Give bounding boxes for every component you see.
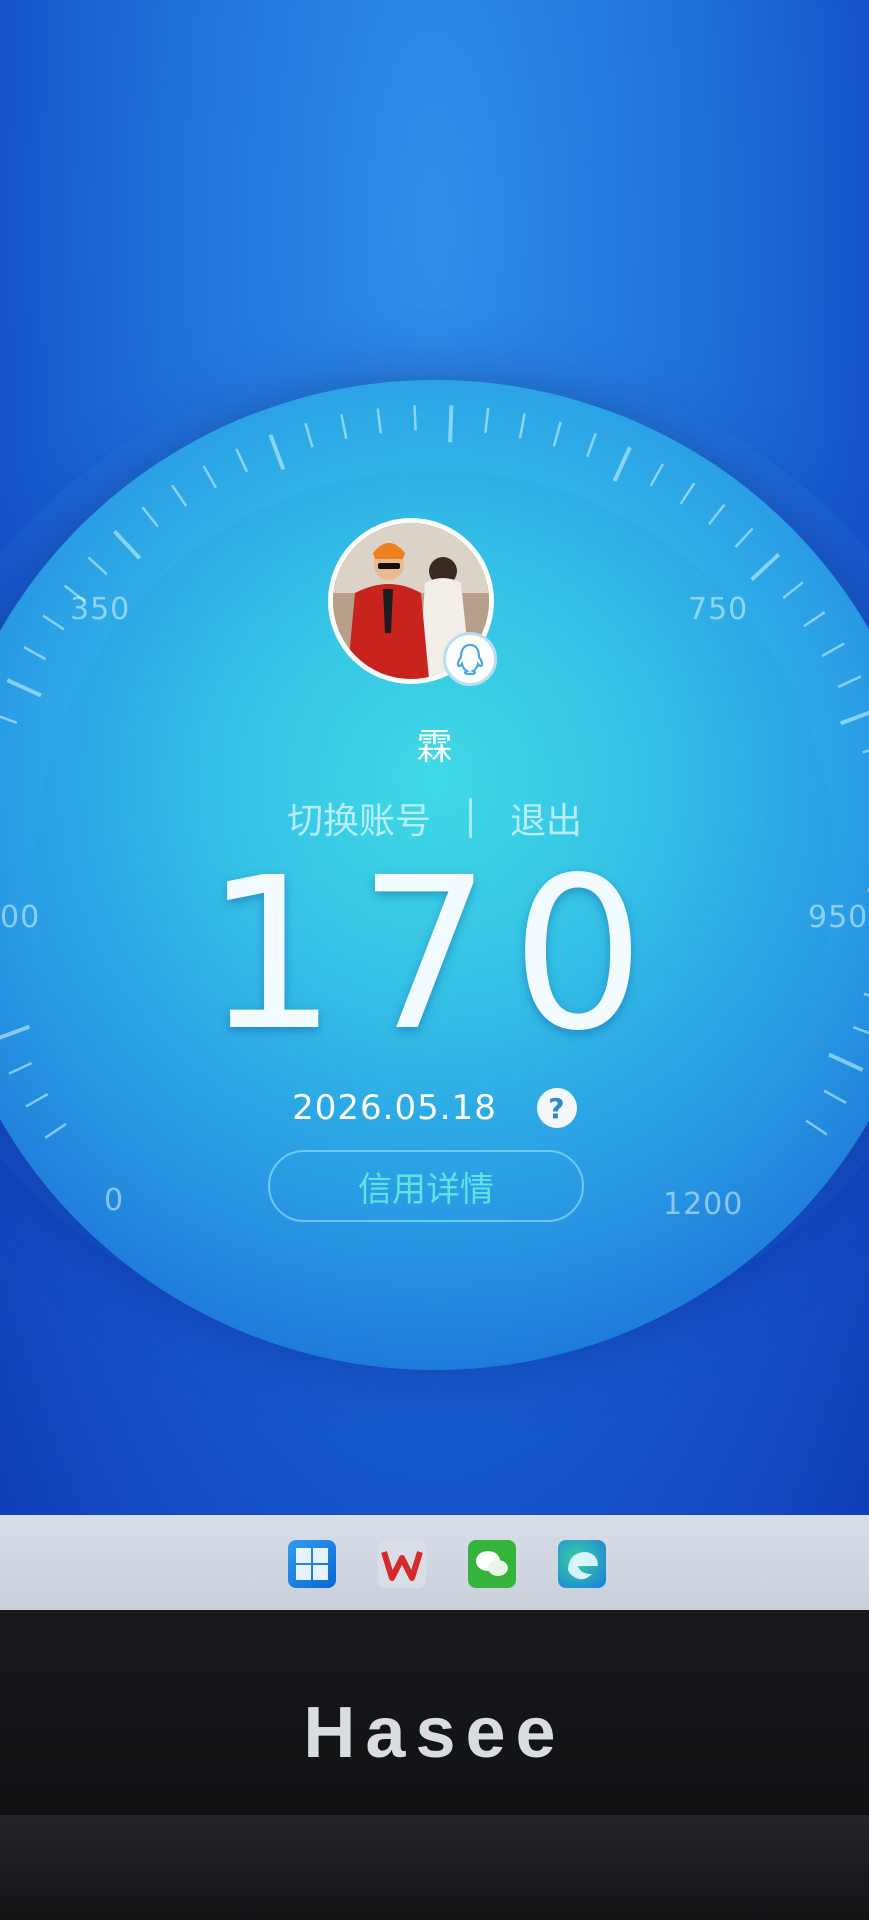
credit-score-value: 170 bbox=[204, 832, 665, 1077]
gauge-tick bbox=[304, 422, 314, 448]
scale-label-1200: 1200 bbox=[663, 1187, 744, 1222]
username: 霖 bbox=[416, 727, 453, 768]
gauge-tick bbox=[268, 434, 286, 471]
gauge-tick bbox=[448, 405, 454, 443]
gauge-tick bbox=[679, 482, 696, 505]
gauge-tick bbox=[803, 611, 826, 628]
gauge-tick bbox=[87, 556, 108, 576]
gauge-tick bbox=[552, 421, 562, 447]
gauge-tick bbox=[837, 675, 862, 689]
gauge-tick bbox=[42, 614, 65, 631]
windows-start-icon[interactable] bbox=[288, 1540, 336, 1588]
gauge-tick bbox=[518, 413, 526, 439]
gauge-tick bbox=[750, 552, 781, 582]
gauge-tick bbox=[112, 529, 142, 560]
edge-browser-icon[interactable] bbox=[558, 1540, 606, 1588]
gauge-tick bbox=[6, 678, 42, 698]
scale-label-350: 350 bbox=[70, 592, 131, 627]
credit-detail-button[interactable]: 信用详情 bbox=[268, 1150, 584, 1222]
score-date: 2026.05.18 bbox=[292, 1088, 497, 1128]
gauge-tick bbox=[821, 642, 845, 657]
monitor-brand-logo: Hasee bbox=[303, 1693, 566, 1773]
gauge-tick bbox=[782, 581, 804, 599]
gauge-tick bbox=[649, 463, 664, 487]
wechat-icon[interactable] bbox=[468, 1540, 516, 1588]
help-icon[interactable]: ? bbox=[536, 1088, 577, 1128]
gauge-tick bbox=[23, 646, 47, 661]
scale-label-750: 750 bbox=[688, 592, 749, 627]
credit-score-screen: 350 750 00 950 0 1200 霖 切换账号 退出 170 2026… bbox=[0, 0, 869, 1515]
gauge-tick bbox=[484, 407, 490, 434]
taskbar bbox=[0, 1515, 869, 1610]
gauge-tick bbox=[202, 465, 217, 489]
scale-label-0: 0 bbox=[104, 1183, 125, 1218]
gauge-tick bbox=[235, 448, 249, 473]
gauge-tick bbox=[413, 405, 417, 431]
gauge-tick bbox=[586, 432, 597, 458]
gauge-tick bbox=[707, 503, 726, 526]
qq-icon bbox=[443, 632, 497, 686]
gauge-tick bbox=[340, 414, 348, 440]
gauge-tick bbox=[141, 506, 159, 528]
gauge-tick bbox=[171, 484, 188, 507]
gauge-tick bbox=[8, 1061, 33, 1075]
wps-icon[interactable] bbox=[378, 1540, 426, 1588]
keyboard-edge bbox=[0, 1815, 869, 1920]
score-date-row: 2026.05.18 ? bbox=[0, 1088, 869, 1128]
gauge-tick bbox=[734, 527, 754, 548]
gauge-tick bbox=[612, 446, 632, 482]
gauge-tick bbox=[376, 408, 383, 434]
